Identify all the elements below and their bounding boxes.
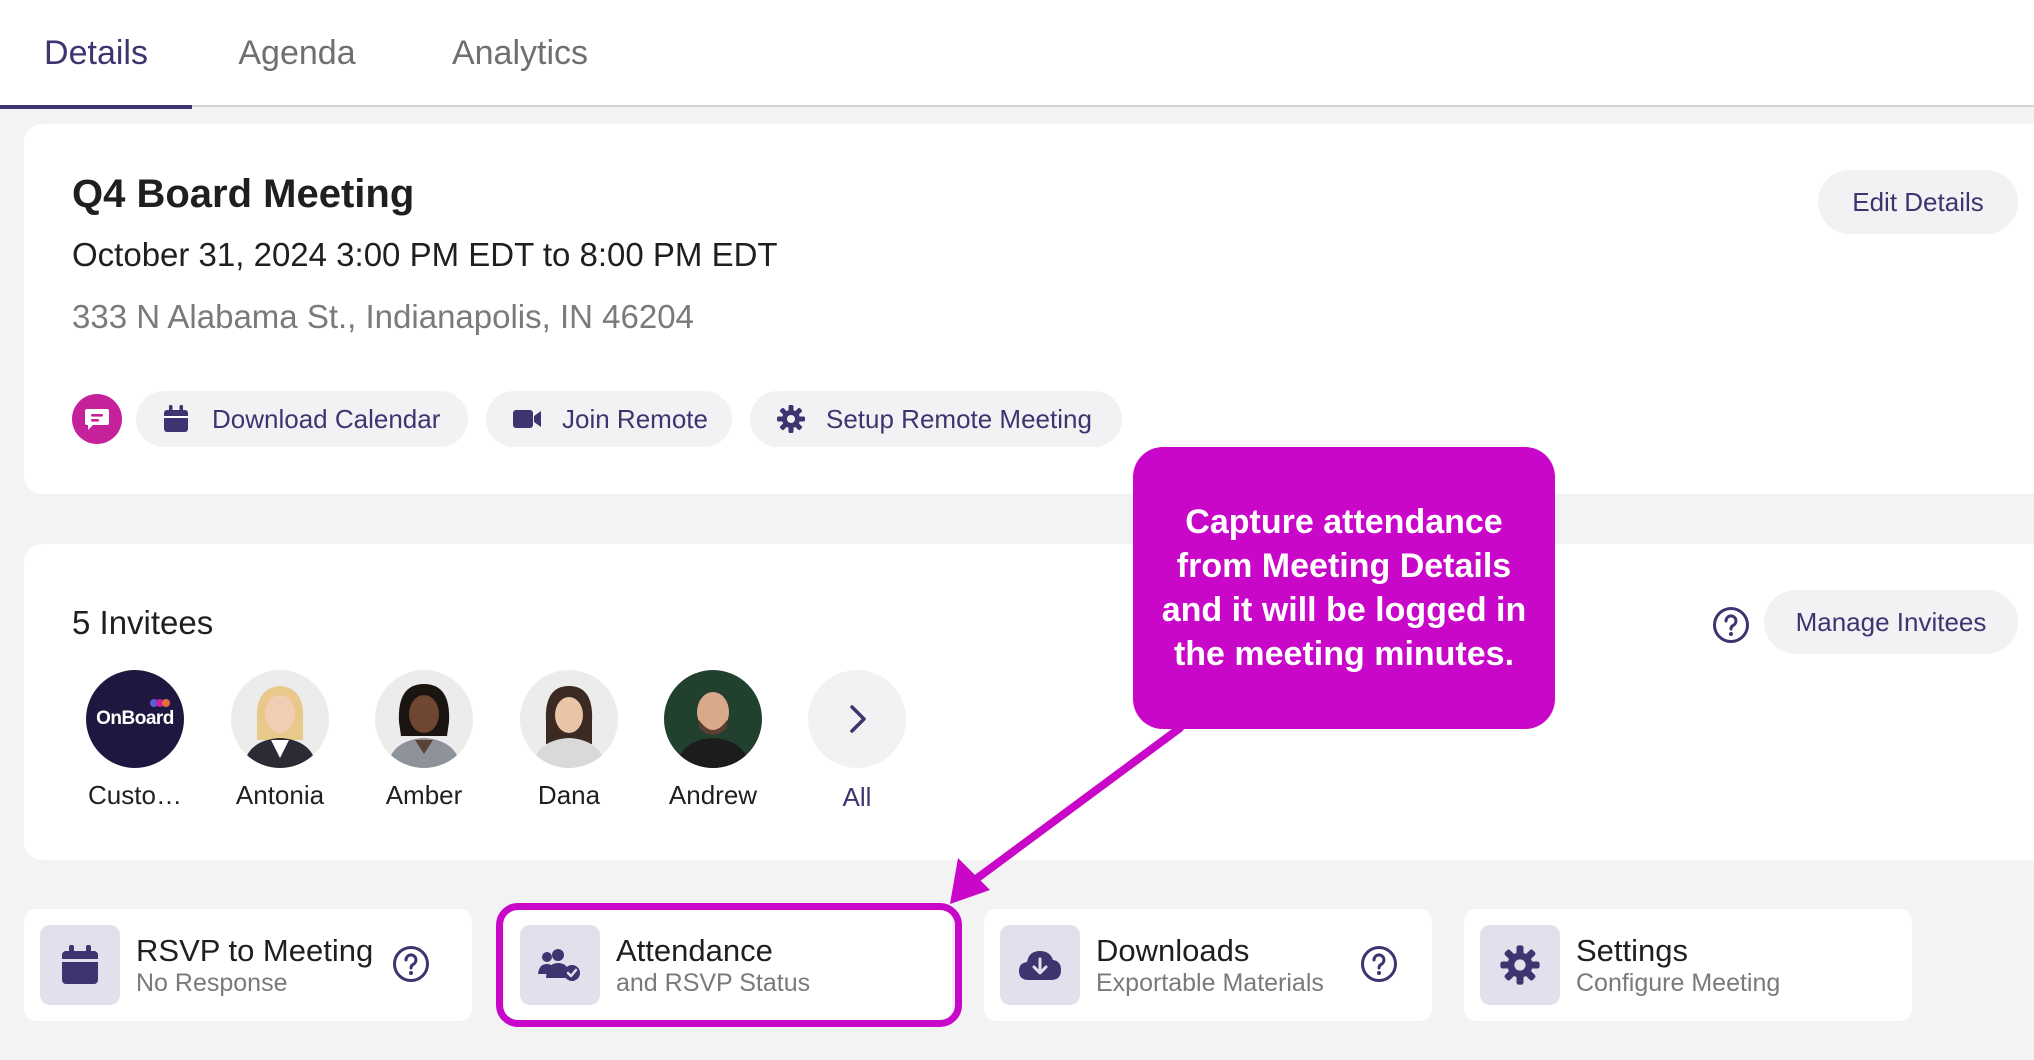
users-check-icon [538,949,580,981]
chevron-right-icon [850,705,866,733]
attendance-title: Attendance [616,933,773,968]
rsvp-title: RSVP to Meeting [136,933,374,968]
invitees-all-button[interactable]: All [807,670,907,813]
avatar-photo [520,670,618,768]
join-remote-button[interactable]: Join Remote [486,391,732,447]
callout-text: Capture attendance from Meeting Details … [1161,503,1527,673]
invitee-name: Antonia [235,780,325,810]
tab-analytics[interactable]: Analytics [440,0,600,107]
settings-icon-box [1480,925,1560,1005]
attendance-tile[interactable]: Attendance and RSVP Status [504,909,952,1021]
meeting-title: Q4 Board Meeting [72,172,415,216]
help-icon[interactable] [392,945,430,983]
all-invitees-link[interactable]: All [807,782,907,813]
invitee-avatar-dana[interactable]: Dana [519,670,619,811]
setup-remote-meeting-button[interactable]: Setup Remote Meeting [750,391,1122,447]
person-icon [387,684,461,768]
onboard-logo-text: OnBoard [96,708,174,729]
settings-title: Settings [1576,933,1689,968]
tab-details[interactable]: Details [0,0,192,109]
invitee-avatar-amber[interactable]: Amber [374,670,474,811]
message-icon [85,409,109,430]
downloads-subtitle: Exportable Materials [1096,969,1324,997]
manage-invitees-button[interactable]: Manage Invitees [1764,590,2018,654]
downloads-icon-box [1000,925,1080,1005]
edit-details-button[interactable]: Edit Details [1818,170,2018,234]
meeting-address: 333 N Alabama St., Indianapolis, IN 4620… [72,298,694,335]
downloads-title: Downloads [1096,933,1250,968]
attendance-subtitle: and RSVP Status [616,969,811,997]
invitee-count: 5 Invitees [72,604,214,641]
download-calendar-button[interactable]: Download Calendar [136,391,468,447]
invitee-avatar-andrew[interactable]: Andrew [663,670,763,811]
calendar-icon [164,405,188,432]
help-icon[interactable] [1712,606,1750,644]
invitee-name: Custo… [88,780,182,810]
cloud-download-icon [1019,951,1061,980]
settings-subtitle: Configure Meeting [1576,969,1781,997]
video-camera-icon [513,410,541,428]
gear-icon [777,405,805,433]
rsvp-tile[interactable]: RSVP to Meeting No Response [24,909,472,1021]
avatar-photo [664,670,762,768]
invitees-card: 5 Invitees Manage Invitees OnBoard Custo… [24,544,2034,860]
meeting-details-card: Q4 Board Meeting October 31, 2024 3:00 P… [24,124,2034,494]
tab-agenda[interactable]: Agenda [230,0,364,107]
annotation-callout: Capture attendance from Meeting Details … [1133,447,1555,729]
calendar-icon [62,945,98,984]
chevron-circle [808,670,906,768]
attendance-icon-box [520,925,600,1005]
downloads-tile[interactable]: Downloads Exportable Materials [984,909,1432,1021]
person-icon [676,692,750,768]
tab-bar: Details Agenda Analytics [0,0,2034,109]
rsvp-icon-box [40,925,120,1005]
avatar-photo [231,670,329,768]
invitee-name: Dana [537,780,601,810]
invitee-avatar-customer[interactable]: OnBoard Custo… [85,670,185,811]
chat-icon[interactable] [72,394,122,444]
help-icon[interactable] [1360,945,1398,983]
invitee-name: Amber [385,780,463,810]
join-remote-label: Join Remote [562,403,708,434]
invitee-name: Andrew [668,780,758,810]
person-icon [532,686,606,768]
onboard-logo-avatar: OnBoard [86,670,184,768]
person-icon [243,686,317,768]
setup-remote-meeting-label: Setup Remote Meeting [826,403,1092,434]
avatar-photo [375,670,473,768]
gear-icon [1500,945,1540,985]
download-calendar-label: Download Calendar [212,403,441,434]
invitee-avatar-antonia[interactable]: Antonia [230,670,330,811]
settings-tile[interactable]: Settings Configure Meeting [1464,909,1912,1021]
meeting-datetime: October 31, 2024 3:00 PM EDT to 8:00 PM … [72,236,778,273]
rsvp-status: No Response [136,969,288,997]
